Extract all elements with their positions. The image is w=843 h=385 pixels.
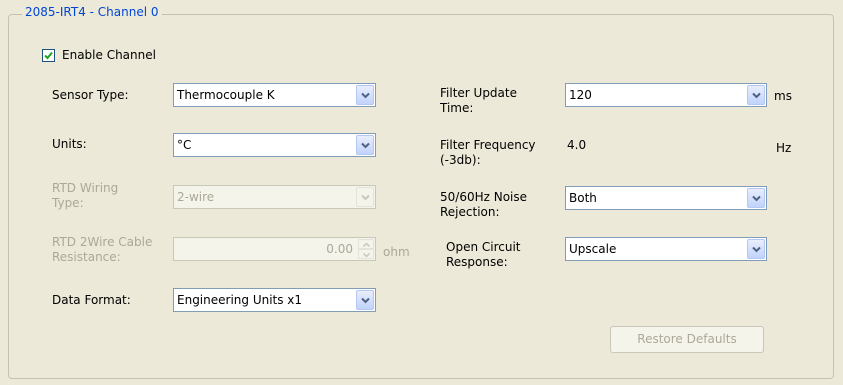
chevron-down-icon xyxy=(752,246,761,253)
spin-down-button xyxy=(358,249,374,259)
filter-update-time-value: 120 xyxy=(569,88,592,102)
units-select[interactable]: °C xyxy=(173,133,376,157)
filter-frequency-label: Filter Frequency (-3db): xyxy=(440,138,536,167)
sensor-type-select[interactable]: Thermocouple K xyxy=(173,83,376,107)
units-dropdown-button[interactable] xyxy=(356,135,374,155)
checkmark-icon xyxy=(44,51,53,60)
filter-update-time-label: Filter Update Time: xyxy=(440,86,517,115)
enable-channel-label[interactable]: Enable Channel xyxy=(62,48,156,63)
chevron-down-icon xyxy=(752,92,761,99)
units-value: °C xyxy=(177,138,192,152)
filter-update-time-dropdown-button[interactable] xyxy=(747,85,765,105)
sensor-type-value: Thermocouple K xyxy=(177,88,275,102)
restore-defaults-button[interactable]: Restore Defaults xyxy=(610,326,764,353)
enable-channel-checkbox[interactable] xyxy=(42,49,55,62)
group-title: 2085-IRT4 - Channel 0 xyxy=(22,5,162,19)
chevron-down-icon xyxy=(361,92,370,99)
chevron-down-icon xyxy=(361,142,370,149)
rtd-cable-resistance-label: RTD 2Wire Cable Resistance: xyxy=(52,235,153,264)
sensor-type-dropdown-button[interactable] xyxy=(356,85,374,105)
rtd-cable-resistance-spinner: 0.00 xyxy=(173,237,376,261)
noise-rejection-label: 50/60Hz Noise Rejection: xyxy=(440,190,528,219)
noise-rejection-select[interactable]: Both xyxy=(565,186,767,210)
filter-frequency-value: 4.0 xyxy=(567,138,587,152)
data-format-value: Engineering Units x1 xyxy=(177,293,303,307)
chevron-down-icon xyxy=(361,297,370,304)
rtd-wiring-type-dropdown-button xyxy=(356,187,374,207)
noise-rejection-value: Both xyxy=(569,191,597,205)
rtd-wiring-type-value: 2-wire xyxy=(177,190,215,204)
sensor-type-label: Sensor Type: xyxy=(52,88,129,102)
data-format-dropdown-button[interactable] xyxy=(356,290,374,310)
open-circuit-response-select[interactable]: Upscale xyxy=(565,237,767,261)
filter-frequency-unit: Hz xyxy=(776,141,792,155)
rtd-cable-resistance-value: 0.00 xyxy=(326,242,353,256)
resistance-unit: ohm xyxy=(383,245,410,259)
noise-rejection-dropdown-button[interactable] xyxy=(747,188,765,208)
filter-update-time-select[interactable]: 120 xyxy=(565,83,767,107)
chevron-down-icon xyxy=(361,194,370,201)
open-circuit-response-dropdown-button[interactable] xyxy=(747,239,765,259)
filter-update-time-unit: ms xyxy=(774,89,792,103)
chevron-down-icon xyxy=(752,195,761,202)
chevron-down-icon xyxy=(363,253,370,257)
rtd-wiring-type-label: RTD Wiring Type: xyxy=(52,181,119,210)
rtd-wiring-type-select: 2-wire xyxy=(173,185,376,209)
units-label: Units: xyxy=(52,137,87,151)
open-circuit-response-value: Upscale xyxy=(569,242,617,256)
spin-up-button xyxy=(358,239,374,249)
data-format-select[interactable]: Engineering Units x1 xyxy=(173,288,376,312)
chevron-up-icon xyxy=(363,243,370,247)
open-circuit-response-label: Open Circuit Response: xyxy=(446,240,521,269)
data-format-label: Data Format: xyxy=(52,293,131,307)
